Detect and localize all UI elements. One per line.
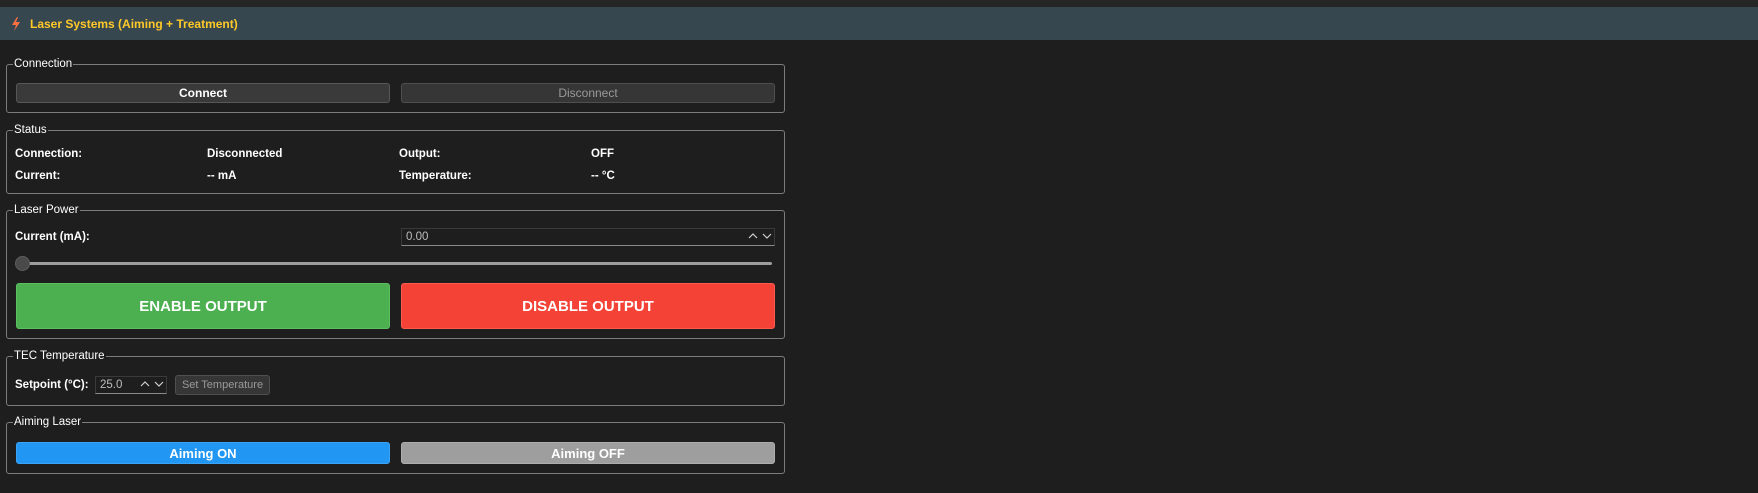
chevron-down-icon[interactable] [762, 231, 772, 241]
aiming-off-button[interactable]: Aiming OFF [401, 442, 775, 464]
panel-title: Laser Systems (Aiming + Treatment) [30, 16, 238, 31]
chevron-down-icon[interactable] [154, 379, 164, 389]
setpoint-spinbox[interactable]: 25.0 [95, 376, 167, 394]
status-connection-value: Disconnected [207, 148, 283, 160]
aiming-on-button[interactable]: Aiming ON [16, 442, 390, 464]
current-slider-track[interactable] [22, 262, 772, 265]
status-current-value: -- mA [207, 170, 237, 182]
setpoint-label: Setpoint (°C): [15, 379, 89, 391]
status-output-label: Output: [399, 148, 441, 160]
status-group: Status [6, 123, 785, 194]
tec-legend: TEC Temperature [13, 349, 106, 363]
laser-power-legend: Laser Power [13, 203, 80, 217]
enable-output-button[interactable]: ENABLE OUTPUT [16, 283, 390, 329]
current-slider-handle[interactable] [15, 256, 30, 271]
status-temperature-value: -- °C [591, 170, 615, 182]
disconnect-button[interactable]: Disconnect [401, 83, 775, 103]
aiming-laser-legend: Aiming Laser [13, 415, 83, 429]
status-connection-label: Connection: [15, 148, 83, 160]
current-spinbox-value: 0.00 [406, 231, 429, 243]
setpoint-spinbox-value: 25.0 [100, 379, 123, 391]
status-current-label: Current: [15, 170, 61, 182]
lightning-icon [10, 16, 22, 32]
chevron-up-icon[interactable] [140, 379, 150, 389]
status-temperature-label: Temperature: [399, 170, 472, 182]
connect-button[interactable]: Connect [16, 83, 390, 103]
current-ma-label: Current (mA): [15, 231, 90, 243]
status-legend: Status [13, 123, 48, 137]
status-output-value: OFF [591, 148, 614, 160]
window-top-strip [0, 0, 1758, 7]
set-temperature-button[interactable]: Set Temperature [175, 375, 270, 395]
panel-header: Laser Systems (Aiming + Treatment) [0, 7, 1758, 40]
chevron-up-icon[interactable] [748, 231, 758, 241]
connection-legend: Connection [13, 57, 74, 71]
current-spinbox[interactable]: 0.00 [401, 228, 775, 246]
disable-output-button[interactable]: DISABLE OUTPUT [401, 283, 775, 329]
